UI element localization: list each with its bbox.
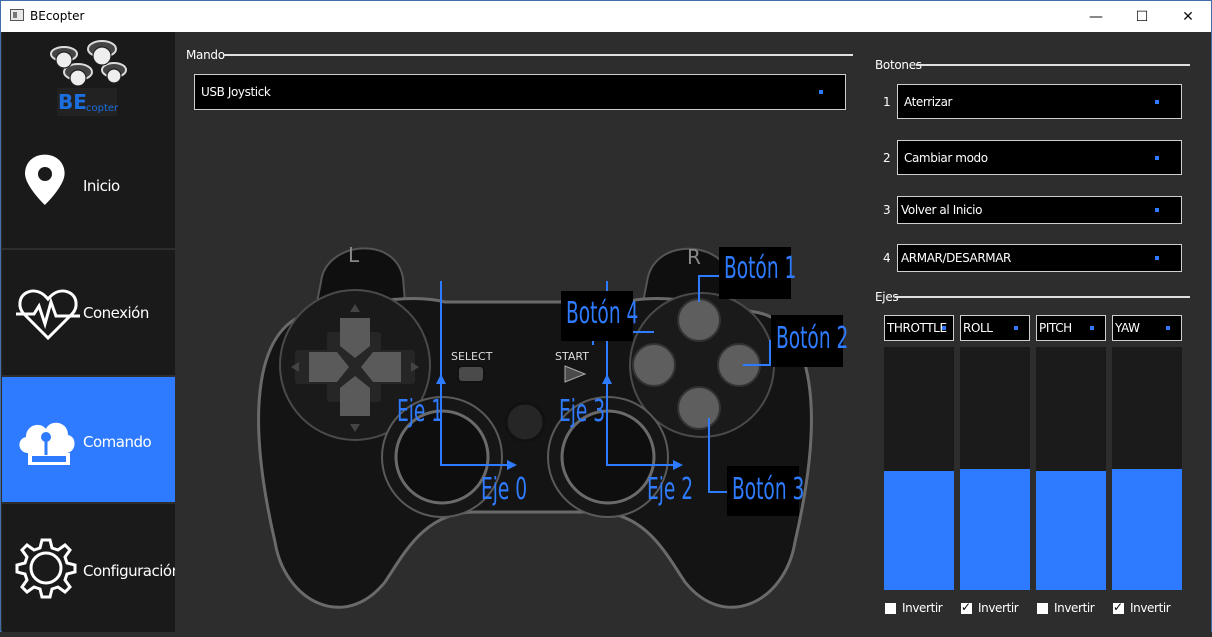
checkbox-box[interactable] (961, 600, 972, 614)
axis-roll-value: ROLL (963, 321, 993, 335)
checkbox-box[interactable] (885, 603, 896, 614)
axis-pitch-value: PITCH (1039, 321, 1072, 335)
face-button-left (632, 343, 676, 387)
mando-label: Mando (186, 48, 225, 62)
face-button-bottom (677, 386, 721, 430)
axis-pitch-select[interactable]: PITCH (1036, 315, 1106, 341)
maximize-button[interactable]: ☐ (1119, 1, 1165, 32)
heartbeat-icon (16, 282, 80, 346)
gear-icon (14, 536, 78, 600)
sidebar-item-inicio[interactable]: Inicio (2, 123, 175, 249)
button-3-action-select[interactable]: Volver al Inicio (897, 196, 1182, 224)
ejes-divider (895, 296, 1190, 298)
botones-label: Botones (875, 58, 922, 72)
button-1-action-select[interactable]: Aterrizar (897, 84, 1182, 119)
r-label: R (687, 245, 701, 269)
axis-roll-fill (960, 468, 1030, 590)
button-row-number: 3 (883, 203, 891, 217)
main-panel: Mando USB Joystick L R SELECT START Botó… (175, 32, 1211, 632)
button-4-action-value: ARMAR/DESARMAR (901, 251, 1011, 265)
button-4-action-select[interactable]: ARMAR/DESARMAR (897, 244, 1182, 272)
logo-be-text: BE (58, 90, 87, 114)
axis-yaw-value: YAW (1115, 321, 1140, 335)
axis-throttle-fill (884, 470, 954, 590)
logo-copter-text: copter (86, 103, 119, 114)
mando-divider (223, 54, 853, 56)
button-row-number: 4 (883, 251, 891, 265)
axis-throttle-select[interactable]: THROTTLE (884, 315, 954, 341)
annotation-eje3: Eje 3 (559, 394, 606, 429)
annotation-boton2: Botón 2 (776, 321, 849, 356)
botones-divider (916, 64, 1190, 66)
checkbox-box[interactable] (1113, 600, 1124, 614)
app-icon (10, 9, 24, 21)
dropdown-arrow-icon (1155, 256, 1159, 260)
sidebar: BE copter Inicio Conexión Comando Config… (2, 32, 181, 632)
home-button (504, 401, 546, 443)
close-button[interactable]: ✕ (1165, 1, 1211, 32)
checkbox-label: Invertir (1054, 601, 1095, 615)
sidebar-item-label: Configuración (83, 562, 181, 580)
dropdown-arrow-icon (1090, 326, 1094, 330)
sidebar-item-conexion[interactable]: Conexión (2, 250, 175, 376)
dropdown-arrow-icon (1155, 155, 1159, 160)
dropdown-arrow-icon (1166, 326, 1170, 330)
annotation-eje0: Eje 0 (481, 472, 528, 507)
checkbox-label: Invertir (902, 601, 943, 615)
sidebar-item-label: Conexión (83, 304, 149, 322)
location-pin-icon (14, 151, 78, 215)
start-label: START (555, 350, 589, 363)
app-window: BEcopter — ☐ ✕ BE copter Inicio Conexión… (0, 0, 1212, 632)
button-2-action-value: Cambiar modo (904, 150, 988, 165)
axis-throttle-value: THROTTLE (887, 321, 947, 335)
invert-roll-checkbox[interactable]: Invertir (961, 600, 1031, 617)
face-button-top (677, 298, 721, 342)
button-1-action-value: Aterrizar (904, 94, 953, 109)
sidebar-item-label: Comando (83, 433, 152, 451)
axis-throttle-bar (884, 347, 954, 590)
checkbox-box[interactable] (1037, 603, 1048, 614)
dropdown-arrow-icon (1155, 208, 1159, 212)
annotation-boton3: Botón 3 (732, 472, 805, 507)
checkbox-label: Invertir (978, 601, 1019, 615)
axis-yaw-bar (1112, 347, 1182, 590)
dropdown-arrow-icon (1155, 99, 1159, 104)
annotation-eje1: Eje 1 (397, 394, 444, 429)
cloud-joystick-icon (14, 409, 78, 473)
axis-pitch-bar (1036, 347, 1106, 590)
dropdown-arrow-icon (942, 326, 946, 330)
joystick-select-value: USB Joystick (201, 85, 271, 99)
minimize-button[interactable]: — (1073, 1, 1119, 32)
sidebar-item-comando[interactable]: Comando (2, 377, 175, 503)
axis-yaw-fill (1112, 468, 1182, 590)
sidebar-item-configuracion[interactable]: Configuración (2, 504, 181, 630)
title-bar: BEcopter — ☐ ✕ (1, 1, 1211, 32)
annotation-boton4: Botón 4 (566, 296, 639, 331)
button-row-number: 1 (883, 95, 891, 109)
l-label: L (348, 243, 360, 267)
axis-roll-select[interactable]: ROLL (960, 315, 1030, 341)
invert-yaw-checkbox[interactable]: Invertir (1113, 600, 1183, 617)
axis-yaw-select[interactable]: YAW (1112, 315, 1182, 341)
window-title: BEcopter (30, 9, 85, 23)
dropdown-arrow-icon (819, 90, 823, 94)
annotation-boton1: Botón 1 (724, 251, 797, 286)
axis-roll-bar (960, 347, 1030, 590)
button-row-number: 2 (883, 151, 891, 165)
invert-throttle-checkbox[interactable]: Invertir (885, 601, 955, 617)
axis-pitch-fill (1036, 470, 1106, 590)
sidebar-item-label: Inicio (83, 177, 120, 195)
becopter-logo: BE copter (42, 36, 132, 122)
select-label: SELECT (451, 350, 493, 363)
joystick-select[interactable]: USB Joystick (194, 74, 846, 110)
dropdown-arrow-icon (1014, 326, 1018, 330)
button-3-action-value: Volver al Inicio (901, 203, 983, 217)
invert-pitch-checkbox[interactable]: Invertir (1037, 601, 1107, 617)
select-button (457, 365, 485, 383)
annotation-eje2: Eje 2 (647, 472, 694, 507)
checkbox-label: Invertir (1130, 601, 1171, 615)
button-2-action-select[interactable]: Cambiar modo (897, 140, 1182, 175)
